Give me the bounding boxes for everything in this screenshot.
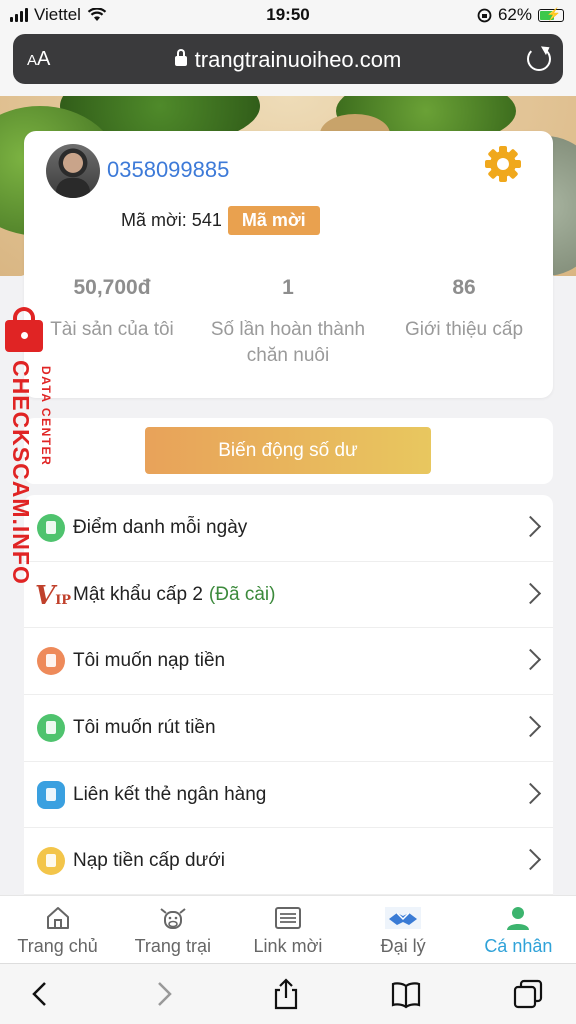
stat-completed[interactable]: 1 Số lần hoàn thành chăn nuôi xyxy=(200,276,376,369)
profile-card: 0358099885 Mã mời: 541 Mã mời 50,700đ Tà… xyxy=(24,131,553,398)
lock-icon xyxy=(174,49,187,66)
watermark-text: CHECKSCAM.INFO xyxy=(8,360,34,585)
link-icon xyxy=(274,907,301,929)
menu-item-label: Điểm danh mỗi ngày xyxy=(73,516,248,538)
menu-item-subordinate-deposit[interactable]: Nạp tiền cấp dưới xyxy=(24,828,553,895)
handshake-icon xyxy=(385,907,422,929)
invite-code-button[interactable]: Mã mời xyxy=(227,206,320,235)
reload-icon[interactable] xyxy=(527,47,551,71)
stat-value: 86 xyxy=(452,276,476,299)
stat-value: 50,700đ xyxy=(73,276,151,299)
password-status: (Đã cài) xyxy=(208,583,276,605)
menu-item-password[interactable]: VIP Mật khẩu cấp 2 (Đã cài) xyxy=(24,562,553,629)
tab-label: Cá nhân xyxy=(484,936,553,956)
app-tab-bar: Trang chủ Trang trại Link mời Đại lý Cá … xyxy=(0,895,576,963)
chevron-right-icon xyxy=(519,515,542,537)
menu-item-label: Nạp tiền cấp dưới xyxy=(73,850,225,872)
menu-item-bank-card[interactable]: Liên kết thẻ ngân hàng xyxy=(24,762,553,829)
menu-item-withdraw[interactable]: Tôi muốn rút tiền xyxy=(24,695,553,762)
tab-label: Link mời xyxy=(253,936,323,956)
chevron-right-icon xyxy=(519,782,542,804)
share-icon[interactable] xyxy=(270,978,302,1010)
balance-card: Biến động số dư xyxy=(24,418,553,484)
url-text: trangtrainuoiheo.com xyxy=(194,47,402,72)
menu-item-label: Liên kết thẻ ngân hàng xyxy=(73,783,267,805)
gear-icon[interactable] xyxy=(483,144,523,184)
battery-percent: 62% xyxy=(497,5,532,24)
home-icon xyxy=(46,907,69,929)
tab-profile[interactable]: Cá nhân xyxy=(461,896,576,963)
withdraw-icon xyxy=(37,713,65,742)
cow-icon xyxy=(160,908,186,929)
tabs-icon[interactable] xyxy=(512,978,544,1010)
browser-bottom-bar xyxy=(0,963,576,1024)
phone-number: 0358099885 xyxy=(107,157,230,182)
tab-label: Trang trại xyxy=(134,936,211,956)
menu-item-checkin[interactable]: Điểm danh mỗi ngày xyxy=(24,495,553,562)
wallet-icon xyxy=(37,647,65,676)
stat-value: 1 xyxy=(282,276,294,299)
chevron-right-icon xyxy=(519,849,542,871)
tab-label: Đại lý xyxy=(380,936,426,956)
stat-referrals[interactable]: 86 Giới thiệu cấp xyxy=(376,276,552,369)
tab-invite-link[interactable]: Link mời xyxy=(230,896,345,963)
card-icon xyxy=(37,780,65,809)
invite-code-label: Mã mời: 541 xyxy=(121,210,222,230)
stats-row: 50,700đ Tài sản của tôi 1 Số lần hoàn th… xyxy=(24,276,553,369)
menu-item-deposit[interactable]: Tôi muốn nạp tiền xyxy=(24,628,553,696)
chevron-right-icon xyxy=(519,582,542,604)
browser-toolbar: AA trangtrainuoiheo.com xyxy=(0,30,576,96)
avatar[interactable] xyxy=(46,144,100,198)
status-bar: Viettel 19:50 62% ⚡ xyxy=(0,0,576,30)
forward-icon[interactable] xyxy=(148,978,180,1010)
tab-farm[interactable]: Trang trại xyxy=(115,896,230,963)
menu-list: Điểm danh mỗi ngày VIP Mật khẩu cấp 2 (Đ… xyxy=(24,495,553,895)
tab-label: Trang chủ xyxy=(17,936,98,956)
balance-history-button[interactable]: Biến động số dư xyxy=(145,427,431,474)
stat-label: Giới thiệu cấp xyxy=(404,319,524,340)
tab-home[interactable]: Trang chủ xyxy=(0,896,115,963)
list-icon xyxy=(37,847,65,876)
tab-agent[interactable]: Đại lý xyxy=(346,896,461,963)
chevron-right-icon xyxy=(519,649,542,671)
person-icon xyxy=(507,907,530,930)
address-bar[interactable]: AA trangtrainuoiheo.com xyxy=(13,34,563,84)
menu-item-label: Tôi muốn rút tiền xyxy=(73,716,216,738)
stat-label: Số lần hoàn thành chăn nuôi xyxy=(210,319,366,366)
bookmarks-icon[interactable] xyxy=(390,978,422,1010)
menu-item-label: Mật khẩu cấp 2 xyxy=(73,583,203,605)
menu-item-label: Tôi muốn nạp tiền xyxy=(73,650,226,672)
battery-icon: ⚡ xyxy=(538,7,564,22)
back-icon[interactable] xyxy=(24,978,56,1010)
padlock-icon xyxy=(5,307,43,352)
chevron-right-icon xyxy=(519,715,542,738)
watermark-subtext: DATA CENTER xyxy=(39,366,53,467)
orientation-lock-icon xyxy=(477,8,492,22)
watermark: CHECKSCAM.INFO DATA CENTER xyxy=(3,307,63,590)
